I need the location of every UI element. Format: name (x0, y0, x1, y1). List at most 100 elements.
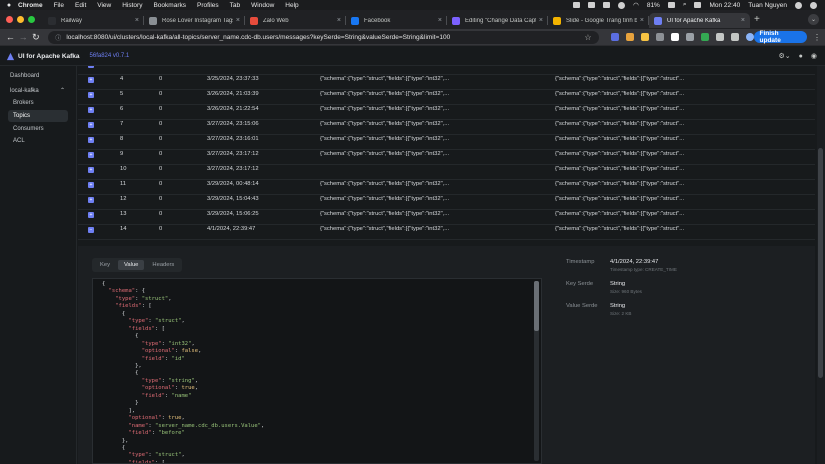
menu-bookmarks[interactable]: Bookmarks (153, 2, 186, 9)
minimize-window-button[interactable] (17, 16, 24, 23)
extension-icon[interactable] (700, 33, 709, 41)
user-name[interactable]: Tuan Nguyen (748, 2, 787, 9)
browser-tab[interactable]: Facebook × (346, 13, 447, 28)
expand-row-icon[interactable]: + (88, 122, 94, 128)
app-brand[interactable]: UI for Apache Kafka (18, 53, 80, 60)
table-row[interactable]: − 14 0 4/1/2024, 22:39:47 {"schema":{"type":… (78, 225, 815, 240)
menu-history[interactable]: History (122, 2, 142, 9)
sidebar-item-acl[interactable]: ACL (13, 138, 25, 144)
browser-tab[interactable]: Zalo Web × (245, 13, 346, 28)
sidebar-icon[interactable] (730, 33, 739, 41)
menu-help[interactable]: Help (285, 2, 298, 9)
table-row[interactable]: +10 0 3/27/2024, 23:17:12 {"schema":{"type"… (78, 165, 815, 180)
table-row[interactable]: +12 0 3/29/2024, 15:04:43 {"schema":{"type"… (78, 195, 815, 210)
sidebar-item-brokers[interactable]: Brokers (13, 100, 34, 106)
back-arrow-icon[interactable]: ← (4, 32, 17, 42)
extension-icon[interactable] (640, 33, 649, 41)
new-tab-button[interactable]: + (754, 14, 760, 25)
extension-icon[interactable] (685, 33, 694, 41)
expand-row-icon[interactable]: + (88, 152, 94, 158)
battery-icon[interactable] (667, 2, 675, 8)
profile-avatar-icon[interactable] (745, 33, 754, 41)
expand-row-icon[interactable]: + (88, 137, 94, 143)
status-app-icon[interactable] (588, 2, 596, 8)
forward-arrow-icon[interactable]: → (17, 32, 30, 42)
json-viewer[interactable]: { "schema": { "type": "struct", "fields"… (92, 278, 542, 464)
status-app-icon[interactable] (618, 1, 626, 9)
collapse-row-icon[interactable]: − (88, 227, 94, 233)
json-scrollbar[interactable] (534, 281, 539, 461)
puzzle-icon[interactable] (715, 33, 724, 41)
battery-percent[interactable]: 81% (647, 2, 660, 9)
extension-icon[interactable] (625, 33, 634, 41)
expand-row-icon[interactable]: + (88, 197, 94, 203)
close-tab-icon[interactable]: × (539, 17, 543, 24)
menu-file[interactable]: File (54, 2, 64, 9)
table-row[interactable]: +5 0 3/26/2024, 21:03:39 {"schema":{"type":… (78, 90, 815, 105)
control-center-icon[interactable] (694, 2, 702, 8)
close-tab-icon[interactable]: × (135, 17, 139, 24)
table-row[interactable]: +7 0 3/27/2024, 23:15:06 {"schema":{"type":… (78, 120, 815, 135)
status-app-icon[interactable] (603, 2, 611, 8)
discord-icon[interactable]: ◉ (811, 52, 817, 60)
close-tab-icon[interactable]: × (337, 17, 341, 24)
chevron-up-icon[interactable]: ⌃ (60, 87, 65, 94)
expand-row-icon[interactable]: + (88, 167, 94, 173)
table-row[interactable]: +4 0 3/25/2024, 23:37:33 {"schema":{"type":… (78, 75, 815, 90)
menu-edit[interactable]: Edit (75, 2, 86, 9)
close-tab-icon[interactable]: × (741, 17, 745, 24)
tab-value[interactable]: Value (118, 260, 145, 270)
table-row[interactable]: +11 0 3/29/2024, 00:48:14 {"schema":{"type"… (78, 180, 815, 195)
browser-tab[interactable]: Railway × (43, 13, 144, 28)
table-row[interactable]: +13 0 3/29/2024, 15:06:25 {"schema":{"type"… (78, 210, 815, 225)
tab-search-button[interactable]: ⌄ (808, 14, 819, 25)
zoom-window-button[interactable] (28, 16, 35, 23)
more-menu-icon[interactable]: ⋮ (813, 33, 821, 42)
cluster-name[interactable]: local-kafka (10, 88, 39, 94)
table-row[interactable]: +6 0 3/26/2024, 21:22:54 {"schema":{"type":… (78, 105, 815, 120)
tab-key[interactable]: Key (94, 260, 116, 270)
page-scrollbar[interactable] (817, 66, 825, 464)
close-tab-icon[interactable]: × (236, 17, 240, 24)
site-info-icon[interactable]: ⓘ (55, 33, 61, 42)
search-icon[interactable]: ⌕ (683, 1, 687, 9)
finish-update-button[interactable]: Finish update (753, 30, 807, 44)
menu-view[interactable]: View (97, 2, 111, 9)
menu-window[interactable]: Window (251, 2, 274, 9)
siri-icon[interactable] (810, 1, 817, 9)
expand-row-icon[interactable]: + (88, 92, 94, 98)
extension-icon[interactable] (670, 33, 679, 41)
apple-menu-icon[interactable]: ● (0, 2, 18, 9)
close-window-button[interactable] (6, 16, 13, 23)
table-row[interactable]: +3 0 3/25/2024, 23:28:26 {"schema":{"type":… (78, 66, 815, 75)
browser-tab[interactable]: UI for Apache Kafka × (649, 13, 750, 28)
close-tab-icon[interactable]: × (438, 17, 442, 24)
bookmark-star-icon[interactable]: ☆ (584, 33, 591, 42)
browser-tab[interactable]: Rose Lover Instagram Tags × (144, 13, 245, 28)
expand-row-icon[interactable]: + (88, 66, 94, 68)
expand-row-icon[interactable]: + (88, 77, 94, 83)
status-app-icon[interactable] (573, 2, 581, 8)
expand-row-icon[interactable]: + (88, 182, 94, 188)
url-text[interactable]: localhost:8080/ui/clusters/local-kafka/a… (66, 34, 584, 41)
menu-tab[interactable]: Tab (230, 2, 240, 9)
sidebar-item-consumers[interactable]: Consumers (13, 126, 44, 132)
address-bar[interactable]: ⓘ localhost:8080/ui/clusters/local-kafka… (48, 30, 599, 44)
download-icon[interactable] (655, 33, 664, 41)
app-version[interactable]: 56fa824 v0.7.1 (90, 53, 130, 59)
menu-app-name[interactable]: Chrome (18, 2, 43, 9)
table-row[interactable]: +8 0 3/27/2024, 23:16:01 {"schema":{"type":… (78, 135, 815, 150)
tab-headers[interactable]: Headers (146, 260, 180, 270)
kafka-logo-icon[interactable] (6, 52, 15, 61)
reload-icon[interactable]: ↻ (30, 32, 43, 43)
sidebar-item-topics[interactable]: Topics (13, 113, 30, 119)
clock[interactable]: Mon 22:40 (709, 2, 740, 9)
github-icon[interactable]: ● (799, 53, 803, 60)
table-row[interactable]: +9 0 3/27/2024, 23:17:12 {"schema":{"type":… (78, 150, 815, 165)
wifi-icon[interactable]: ◠ (633, 1, 639, 9)
expand-row-icon[interactable]: + (88, 107, 94, 113)
user-avatar-icon[interactable] (795, 1, 802, 9)
browser-tab[interactable]: Editing "Change Data Captur…× (447, 13, 548, 28)
expand-row-icon[interactable]: + (88, 212, 94, 218)
menu-profiles[interactable]: Profiles (197, 2, 219, 9)
